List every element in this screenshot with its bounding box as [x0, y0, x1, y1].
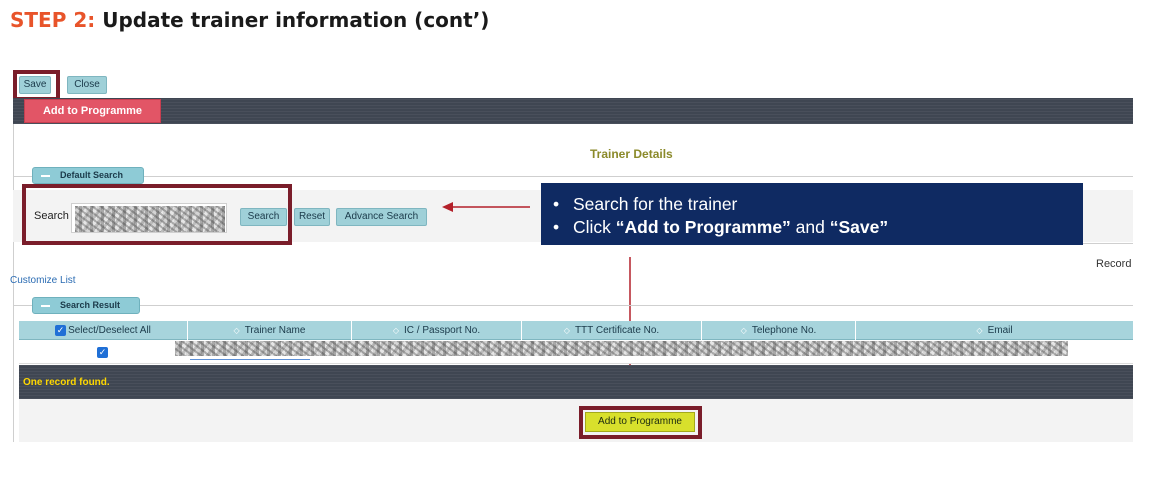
table-row[interactable]: ✓ — [19, 340, 1133, 364]
column-label: TTT Certificate No. — [574, 325, 660, 336]
default-search-legend-label: Default Search — [60, 170, 124, 180]
customize-list-link[interactable]: Customize List — [10, 275, 76, 286]
page-heading: STEP 2: Update trainer information (cont… — [10, 8, 489, 32]
records-label: Record — [1096, 258, 1132, 270]
advance-search-button[interactable]: Advance Search — [336, 208, 427, 226]
sort-icon: ◇ — [563, 326, 570, 335]
result-status-bar: One record found. — [19, 365, 1133, 399]
callout-bold-save: “Save” — [829, 217, 889, 237]
save-highlight-box — [13, 70, 60, 101]
column-telephone[interactable]: ◇ Telephone No. — [702, 321, 856, 340]
search-result-rule — [13, 305, 1133, 306]
close-button[interactable]: Close — [67, 76, 107, 94]
result-grid-header: ✓ Select/Deselect All ◇ Trainer Name ◇ IC /… — [19, 321, 1133, 340]
row-checkbox[interactable]: ✓ — [97, 347, 108, 358]
sort-icon: ◇ — [740, 326, 747, 335]
callout-text-1: Search for the trainer — [573, 194, 738, 214]
add-button-highlight-box — [579, 406, 702, 439]
form-header-bar — [13, 98, 1133, 124]
search-highlight-box — [22, 184, 292, 245]
column-trainer-name[interactable]: ◇ Trainer Name — [188, 321, 352, 340]
column-label: Telephone No. — [751, 325, 817, 336]
redacted-row-data — [175, 341, 1068, 356]
step-number: STEP 2: — [10, 8, 96, 32]
collapse-icon — [41, 304, 50, 307]
callout-line-1: • Search for the trainer — [553, 193, 1083, 216]
sort-icon: ◇ — [976, 326, 983, 335]
collapse-icon — [41, 174, 50, 177]
column-email[interactable]: ◇ Email — [856, 321, 1133, 340]
records-rule — [1083, 243, 1133, 244]
search-result-legend[interactable]: Search Result — [32, 297, 140, 314]
sort-icon: ◇ — [233, 326, 240, 335]
column-ic-passport[interactable]: ◇ IC / Passport No. — [352, 321, 522, 340]
callout-text-2a: Click — [573, 217, 616, 237]
select-all-label: Select/Deselect All — [68, 325, 151, 336]
instruction-callout: • Search for the trainer • Click “Add to P… — [541, 183, 1083, 245]
column-label: Email — [987, 325, 1013, 336]
bullet-icon: • — [553, 217, 560, 237]
add-to-programme-tab[interactable]: Add to Programme — [24, 99, 161, 123]
column-label: IC / Passport No. — [404, 325, 481, 336]
column-ttt-certificate[interactable]: ◇ TTT Certificate No. — [522, 321, 702, 340]
trainer-name-link-underline — [190, 359, 310, 360]
callout-line-2: • Click “Add to Programme” and “Save” — [553, 216, 1083, 239]
bullet-icon: • — [553, 194, 560, 214]
search-result-legend-label: Search Result — [60, 300, 121, 310]
default-search-legend[interactable]: Default Search — [32, 167, 144, 184]
column-label: Trainer Name — [244, 325, 306, 336]
action-area — [19, 399, 1133, 442]
arrow-to-search — [442, 202, 530, 212]
section-title: Trainer Details — [590, 147, 673, 161]
reset-button[interactable]: Reset — [294, 208, 330, 226]
status-text: One record found. — [23, 377, 110, 388]
callout-bold-add: “Add to Programme” — [615, 217, 791, 237]
default-search-rule — [13, 176, 1133, 177]
select-all-checkbox[interactable]: ✓ — [55, 324, 67, 336]
callout-text-2b: and — [790, 217, 830, 237]
step-title: Update trainer information (cont’) — [102, 8, 490, 32]
sort-icon: ◇ — [392, 326, 399, 335]
select-all-header[interactable]: ✓ Select/Deselect All — [19, 321, 188, 340]
